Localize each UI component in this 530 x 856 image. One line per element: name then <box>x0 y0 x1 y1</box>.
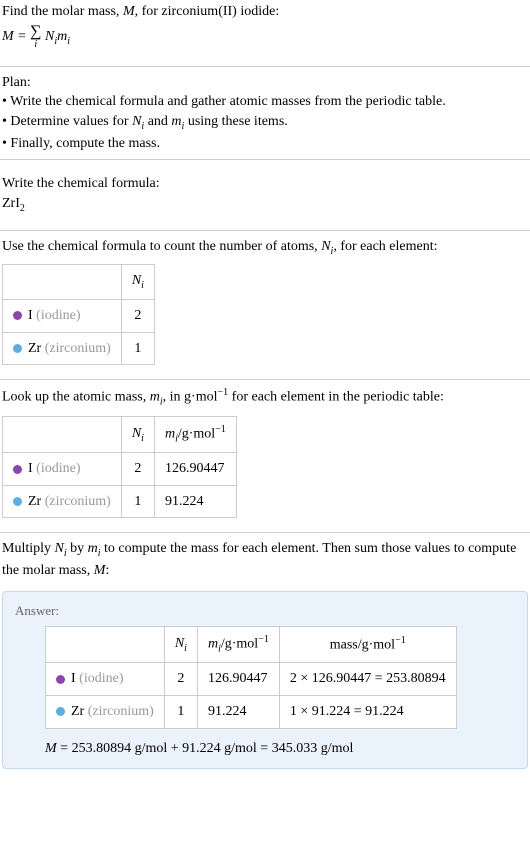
cell-element: Zr (zirconium) <box>3 485 122 518</box>
table-row: Zr (zirconium) 1 91.224 1 × 91.224 = 91.… <box>46 696 457 729</box>
count-section: Use the chemical formula to count the nu… <box>0 230 530 372</box>
cell-n: 1 <box>121 485 154 518</box>
th-mass: mass/g·mol−1 <box>279 627 456 663</box>
intro-text: Find the molar mass, M, for zirconium(II… <box>2 2 528 22</box>
lookup-section: Look up the atomic mass, mi, in g·mol−1 … <box>0 379 530 524</box>
cell-n: 1 <box>164 696 197 729</box>
table-header-row: Ni mi/g·mol−1 <box>3 416 237 452</box>
table-row: I (iodine) 2 126.90447 <box>3 453 237 486</box>
eq-N: N <box>42 29 55 44</box>
dot-icon <box>13 465 22 474</box>
th-mi: mi/g·mol−1 <box>154 416 236 452</box>
count-table: Ni I (iodine) 2 Zr (zirconium) 1 <box>2 264 155 365</box>
cell-n: 2 <box>121 453 154 486</box>
cell-m: 126.90447 <box>197 663 279 696</box>
eq-lhs: M = <box>2 29 30 44</box>
table-header-row: Ni mi/g·mol−1 mass/g·mol−1 <box>46 627 457 663</box>
cell-n: 1 <box>121 332 154 365</box>
intro-section: Find the molar mass, M, for zirconium(II… <box>0 0 530 58</box>
table-row: I (iodine) 2 <box>3 300 155 333</box>
plan-bullet-1: • Write the chemical formula and gather … <box>2 92 528 112</box>
cell-m: 91.224 <box>154 485 236 518</box>
th-blank <box>46 627 165 663</box>
dot-icon <box>13 497 22 506</box>
dot-icon <box>13 344 22 353</box>
cell-n: 2 <box>164 663 197 696</box>
cell-calc: 2 × 126.90447 = 253.80894 <box>279 663 456 696</box>
cell-m: 91.224 <box>197 696 279 729</box>
intro-line1b: , for zirconium(II) iodide: <box>135 4 280 19</box>
formula-value: ZrI2 <box>2 194 528 216</box>
dot-icon <box>13 311 22 320</box>
cell-calc: 1 × 91.224 = 91.224 <box>279 696 456 729</box>
multiply-section: Multiply Ni by mi to compute the mass fo… <box>0 532 530 582</box>
cell-n: 2 <box>121 300 154 333</box>
th-mi: mi/g·mol−1 <box>197 627 279 663</box>
eq-m-sub: i <box>67 36 70 47</box>
formula-section: Write the chemical formula: ZrI2 <box>0 168 530 221</box>
table-header-row: Ni <box>3 265 155 300</box>
multiply-heading: Multiply Ni by mi to compute the mass fo… <box>2 539 528 580</box>
answer-box: Answer: Ni mi/g·mol−1 mass/g·mol−1 I (io… <box>2 591 528 769</box>
cell-element: Zr (zirconium) <box>46 696 165 729</box>
eq-m: m <box>57 29 67 44</box>
plan-section: Plan: • Write the chemical formula and g… <box>0 66 530 161</box>
answer-final: M = 253.80894 g/mol + 91.224 g/mol = 345… <box>45 739 515 759</box>
dot-icon <box>56 675 65 684</box>
plan-heading: Plan: <box>2 73 528 93</box>
intro-line1: Find the molar mass, <box>2 4 123 19</box>
cell-element: I (iodine) <box>3 300 122 333</box>
plan-bullet-2: • Determine values for Ni and mi using t… <box>2 112 528 134</box>
table-row: I (iodine) 2 126.90447 2 × 126.90447 = 2… <box>46 663 457 696</box>
dot-icon <box>56 707 65 716</box>
sigma-icon: ∑i <box>30 24 41 50</box>
th-blank <box>3 416 122 452</box>
cell-element: I (iodine) <box>46 663 165 696</box>
answer-table: Ni mi/g·mol−1 mass/g·mol−1 I (iodine) 2 … <box>45 626 457 729</box>
answer-label: Answer: <box>15 602 515 620</box>
cell-element: Zr (zirconium) <box>3 332 122 365</box>
formula-heading: Write the chemical formula: <box>2 174 528 194</box>
plan-bullet-3: • Finally, compute the mass. <box>2 134 528 154</box>
th-Ni: Ni <box>164 627 197 663</box>
table-row: Zr (zirconium) 1 91.224 <box>3 485 237 518</box>
lookup-heading: Look up the atomic mass, mi, in g·mol−1 … <box>2 386 528 409</box>
intro-formula: M = ∑i Nimi <box>2 24 528 50</box>
lookup-table: Ni mi/g·mol−1 I (iodine) 2 126.90447 Zr … <box>2 416 237 519</box>
var-M: M <box>123 4 135 19</box>
table-row: Zr (zirconium) 1 <box>3 332 155 365</box>
th-Ni: Ni <box>121 265 154 300</box>
th-Ni: Ni <box>121 416 154 452</box>
count-heading: Use the chemical formula to count the nu… <box>2 237 528 259</box>
th-blank <box>3 265 122 300</box>
cell-element: I (iodine) <box>3 453 122 486</box>
cell-m: 126.90447 <box>154 453 236 486</box>
